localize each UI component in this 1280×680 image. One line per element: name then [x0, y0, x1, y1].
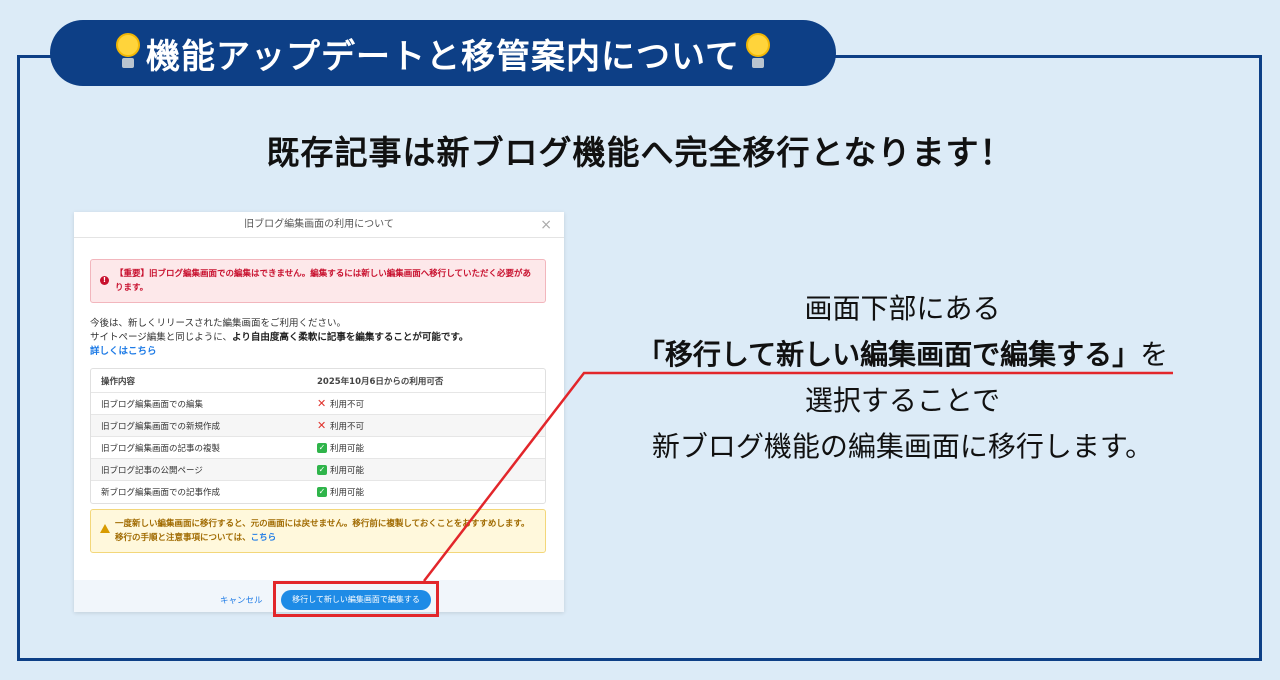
- instruction-text: 画面下部にある 「移行して新しい編集画面で編集する」を 選択することで 新ブログ…: [636, 292, 1169, 463]
